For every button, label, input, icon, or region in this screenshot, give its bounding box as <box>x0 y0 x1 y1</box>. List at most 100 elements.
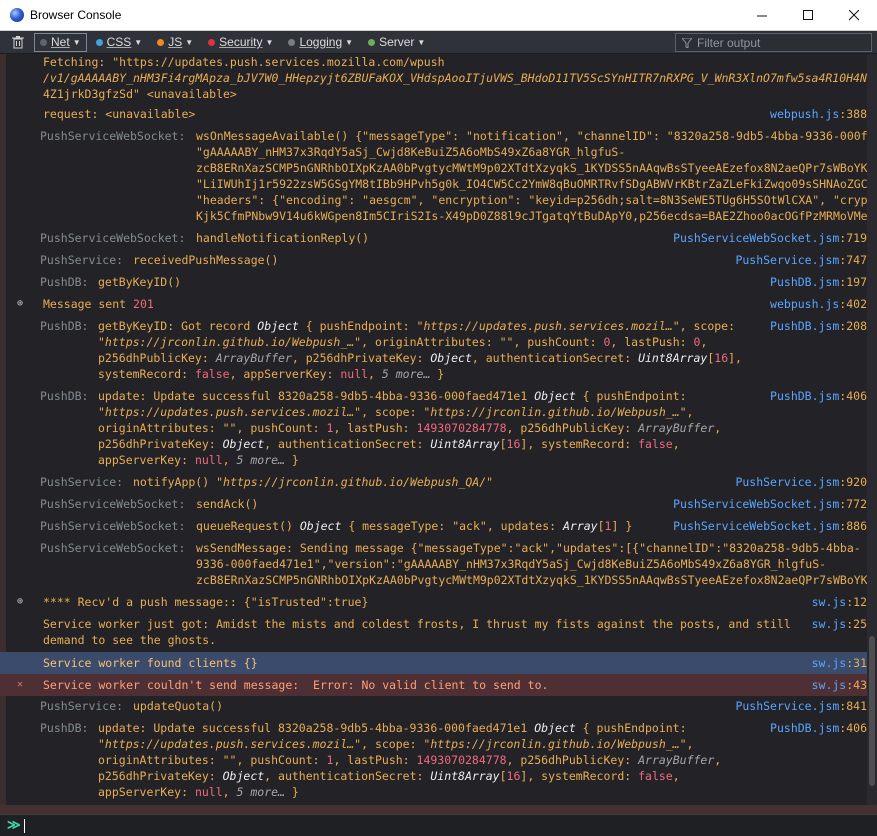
log-message: Kjk5CfmPNbw9V14u6kWGpen8Im5CIriS2Is-X49p… <box>196 209 868 223</box>
log-row-ws-send: PushServiceWebSocket: wsSendMessage: Sen… <box>0 540 877 590</box>
chevron-down-icon: ▼ <box>134 37 143 47</box>
log-message: zcB8ERnXazSCMP5nGNRhbOIXpKzAA0bPvgtycMWt… <box>196 573 868 587</box>
log-message: Service worker couldn't send message: Er… <box>43 678 549 692</box>
log-message: p256dhPrivateKey: Object, authentication… <box>98 769 680 783</box>
log-source-link[interactable]: PushServiceWebSocket.jsm:719 <box>673 230 867 246</box>
minimize-icon <box>756 15 767 17</box>
filter-security[interactable]: Security ▼ <box>202 33 279 52</box>
log-category: PushDB: <box>40 389 89 403</box>
log-number: 201 <box>133 297 154 311</box>
logging-dot-icon <box>288 38 296 46</box>
console-output[interactable]: Fetching: "https://updates.push.services… <box>0 54 877 814</box>
filter-logging[interactable]: Logging ▼ <box>282 33 359 52</box>
log-source-link[interactable]: PushDB.jsm:197 <box>770 274 867 290</box>
log-row-sw-error: ✕ Service worker couldn't send message: … <box>0 674 877 696</box>
log-message: getByKeyID() <box>98 275 182 289</box>
log-row-update: PushDB: update: Update successful 8320a2… <box>0 388 877 470</box>
log-source-link[interactable]: webpush.js:402 <box>770 296 867 312</box>
log-source-link[interactable]: webpush.js:388 <box>770 106 867 122</box>
log-category: PushService: <box>40 699 124 713</box>
log-category: PushDB: <box>40 721 89 735</box>
horizontal-scrollbar[interactable] <box>0 805 877 814</box>
log-message: appServerKey: null, 5 more… } <box>98 785 299 799</box>
log-source-link[interactable]: PushServiceWebSocket.jsm:772 <box>673 496 867 512</box>
vertical-scrollbar[interactable] <box>867 54 877 814</box>
log-source-link[interactable]: PushService.jsm:841 <box>735 698 867 714</box>
log-row-sendack: PushServiceWebSocket: sendAck() PushServ… <box>0 496 877 514</box>
window-controls <box>739 0 877 31</box>
log-row-got-record: PushDB: getByKeyID: Got record Object { … <box>0 318 877 384</box>
log-category: PushServiceWebSocket: <box>40 519 186 533</box>
log-row-sw-got: Service worker just got: Amidst the mist… <box>0 616 877 650</box>
console-input[interactable]: ≫ <box>0 814 877 836</box>
filter-server[interactable]: Server ▼ <box>362 33 431 52</box>
filter-net[interactable]: Net ▼ <box>34 32 87 52</box>
log-message: zcB8ERnXazSCMP5nGNRhbOIXpKzAA0bPvgtycMWt… <box>196 161 868 175</box>
log-message: p256dhPublicKey: ArrayBuffer, p256dhPriv… <box>98 351 742 365</box>
log-message: 9336-000faed471e1","version":"gAAAAABY_n… <box>196 557 827 571</box>
log-source-link[interactable]: PushDB.jsm:406 <box>770 388 867 404</box>
log-row-notify: PushService: notifyApp() "https://jrconl… <box>0 474 877 492</box>
filter-server-label: Server <box>379 35 415 49</box>
filter-js[interactable]: JS ▼ <box>151 33 199 52</box>
filter-logging-label: Logging <box>299 35 343 49</box>
log-source-link[interactable]: sw.js:25 <box>812 616 867 632</box>
log-category: PushServiceWebSocket: <box>40 129 186 143</box>
log-message: updateQuota() <box>133 699 224 713</box>
filter-output-placeholder: Filter output <box>697 35 761 50</box>
log-message: originAttributes: "", pushCount: 1, last… <box>98 753 722 767</box>
log-source-link[interactable]: PushService.jsm:920 <box>735 474 867 490</box>
log-message: Fetching: "https://updates.push.services… <box>43 55 445 69</box>
filter-css[interactable]: CSS ▼ <box>90 33 149 52</box>
log-message: systemRecord: false, appServerKey: null,… <box>98 367 445 381</box>
log-source-link[interactable]: sw.js:12 <box>812 594 867 610</box>
log-source-link[interactable]: sw.js:43 <box>812 677 867 693</box>
info-icon: ⊕ <box>17 298 24 309</box>
log-source-link[interactable]: sw.js:31 <box>812 655 867 671</box>
clear-console-button[interactable] <box>8 32 28 52</box>
scrollbar-thumb[interactable] <box>869 636 875 786</box>
title-bar: Browser Console <box>0 0 877 31</box>
filter-js-label: JS <box>168 35 183 49</box>
log-message: getByKeyID: Got record Object { pushEndp… <box>98 319 736 333</box>
minimize-button[interactable] <box>739 0 785 31</box>
security-dot-icon <box>208 38 216 46</box>
filter-funnel-icon <box>682 37 692 48</box>
log-message: p256dhPrivateKey: Object, authentication… <box>98 437 680 451</box>
log-message: **** Recv'd a push message:: {"isTrusted… <box>43 595 369 609</box>
window-title: Browser Console <box>30 8 122 22</box>
log-message: queueRequest() Object { messageType: "ac… <box>196 519 633 533</box>
error-icon: ✕ <box>17 679 24 690</box>
log-category: PushDB: <box>40 275 89 289</box>
chevron-down-icon: ▼ <box>417 37 426 47</box>
chevron-down-icon: ▼ <box>72 37 81 47</box>
log-message: "headers": {"encoding": "aesgcm", "encry… <box>196 193 868 207</box>
chevron-down-icon: ▼ <box>185 37 194 47</box>
filter-css-label: CSS <box>106 35 132 49</box>
log-source-link[interactable]: PushServiceWebSocket.jsm:886 <box>673 518 867 534</box>
log-category: PushServiceWebSocket: <box>40 231 186 245</box>
log-source-link[interactable]: PushService.jsm:747 <box>735 252 867 268</box>
log-message: /v1/gAAAAABY_nHM3Fi4rgMApza_bJV7W0_HHepz… <box>43 71 867 85</box>
log-row-quota: PushService: updateQuota() PushService.j… <box>0 698 877 716</box>
text-cursor <box>23 818 25 833</box>
close-button[interactable] <box>831 0 877 31</box>
log-message: handleNotificationReply() <box>196 231 370 245</box>
log-source-link[interactable]: PushDB.jsm:208 <box>770 318 867 334</box>
js-dot-icon <box>157 38 165 46</box>
log-source-link[interactable]: PushDB.jsm:406 <box>770 720 867 736</box>
log-category: PushServiceWebSocket: <box>40 497 186 511</box>
log-row-getbykey: PushDB: getByKeyID() PushDB.jsm:197 <box>0 274 877 292</box>
log-category: PushDB: <box>40 319 89 333</box>
console-toolbar: Net ▼ CSS ▼ JS ▼ Security ▼ Logging ▼ Se… <box>0 31 877 54</box>
log-row-request: request: <unavailable> webpush.js:388 <box>0 106 877 124</box>
css-dot-icon <box>95 38 103 46</box>
log-message: Service worker just got: Amidst the mist… <box>43 617 791 631</box>
log-row-fetching: Fetching: "https://updates.push.services… <box>0 54 877 102</box>
log-row-ws-available: PushServiceWebSocket: wsOnMessageAvailab… <box>0 128 877 226</box>
log-row-received: PushService: receivedPushMessage() PushS… <box>0 252 877 270</box>
log-message: "https://jrconlin.github.io/Webpush_…", … <box>98 335 708 349</box>
info-icon: ⊕ <box>17 596 24 607</box>
filter-output-input[interactable]: Filter output <box>675 33 872 52</box>
maximize-button[interactable] <box>785 0 831 31</box>
